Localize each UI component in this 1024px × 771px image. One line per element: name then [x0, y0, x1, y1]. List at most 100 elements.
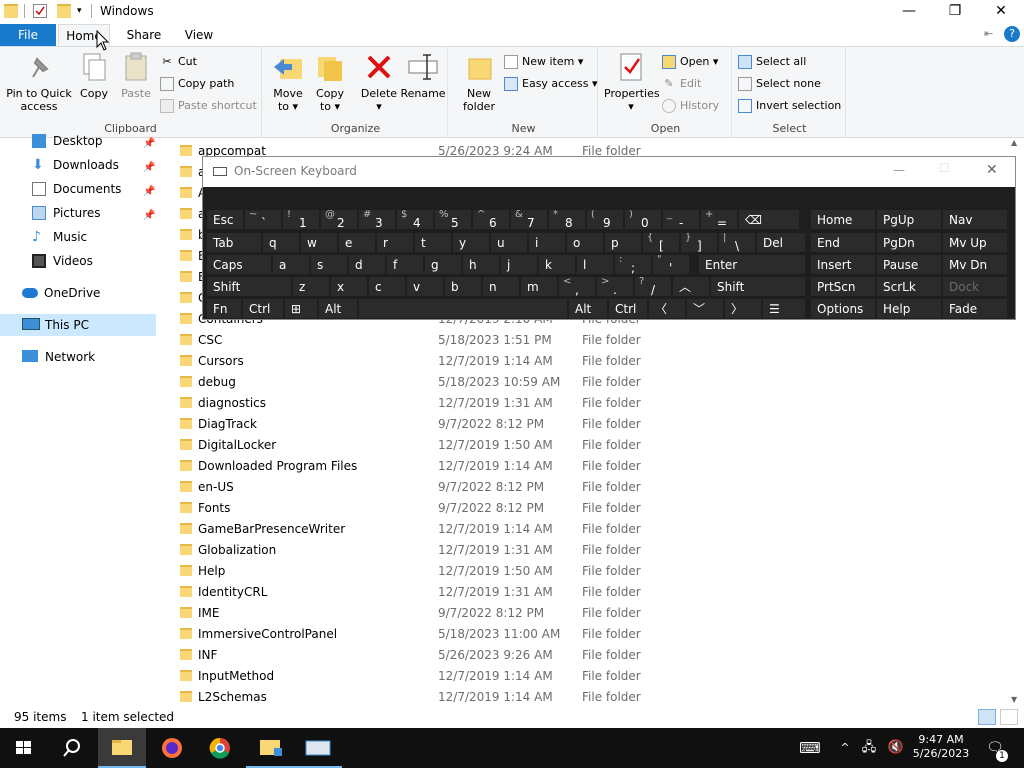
large-icons-view-icon[interactable] [1000, 709, 1018, 725]
details-view-icon[interactable] [978, 709, 996, 725]
tab-file[interactable]: File [0, 24, 56, 46]
help-key[interactable]: Help [876, 298, 942, 319]
network-tray-icon[interactable]: 🖧 [858, 728, 880, 768]
file-row[interactable]: Downloaded Program Files 12/7/2019 1:14 A… [158, 456, 1008, 477]
key-letter[interactable]: s [310, 254, 348, 275]
key-row1[interactable]: $4 [396, 209, 434, 230]
minimize-button[interactable]: — [886, 0, 932, 24]
file-row[interactable]: INF 5/26/2023 9:26 AM File folder [158, 645, 1008, 666]
nav-item-music[interactable]: ♪ Music [0, 226, 156, 248]
copy-button[interactable]: Copy [76, 51, 112, 100]
osk-close-button[interactable]: ✕ [986, 162, 998, 178]
nav-item-desktop[interactable]: Desktop 📌 [0, 130, 156, 152]
key-punct[interactable]: <, [558, 276, 596, 297]
pin-ribbon-icon[interactable]: ⇤ [984, 27, 993, 40]
file-row[interactable]: ImmersiveControlPanel 5/18/2023 11:00 AM F… [158, 624, 1008, 645]
alt-right-key[interactable]: Alt [568, 298, 608, 319]
key-row1[interactable]: & 7 [510, 209, 548, 230]
fade-key[interactable]: Fade [942, 298, 1008, 319]
shift-right-key[interactable]: Shift [710, 276, 806, 297]
file-row[interactable]: Cursors 12/7/2019 1:14 AM File folder [158, 351, 1008, 372]
key-letter[interactable]: t [414, 232, 452, 253]
key-row1[interactable]: ~ ` [244, 209, 282, 230]
file-row[interactable]: GameBarPresenceWriter 12/7/2019 1:14 AM Fi… [158, 519, 1008, 540]
key-letter[interactable]: a [272, 254, 310, 275]
menu-key[interactable]: ☰ [762, 298, 806, 319]
insert-key[interactable]: Insert [810, 254, 876, 275]
caps-key[interactable]: Caps [206, 254, 272, 275]
key-letter[interactable]: v [406, 276, 444, 297]
properties-button[interactable]: Properties ▾ [604, 51, 660, 113]
file-row[interactable]: DiagTrack 9/7/2022 8:12 PM File folder [158, 414, 1008, 435]
file-row[interactable]: IME 9/7/2022 8:12 PM File folder [158, 603, 1008, 624]
taskbar-chrome[interactable] [196, 728, 244, 768]
start-button[interactable] [0, 728, 48, 768]
key-letter[interactable]: p [604, 232, 642, 253]
nav-key[interactable]: Nav [942, 209, 1008, 230]
key-letter[interactable]: i [528, 232, 566, 253]
left-arrow-key[interactable]: 〈 [648, 298, 686, 319]
new-item-button[interactable]: New item ▾ [504, 52, 583, 72]
edit-button[interactable]: ✎ Edit [662, 74, 701, 94]
move-to-button[interactable]: Move to ▾ [268, 51, 308, 113]
help-icon[interactable]: ? [1004, 26, 1020, 42]
file-row[interactable]: CSC 5/18/2023 1:51 PM File folder [158, 330, 1008, 351]
key-row1[interactable]: (9 [586, 209, 624, 230]
key-row1[interactable]: _ - [662, 209, 700, 230]
mvdn-key[interactable]: Mv Dn [942, 254, 1008, 275]
show-hidden-icons-chevron-icon[interactable]: ^ [836, 728, 854, 768]
down-arrow-key[interactable]: ﹀ [686, 298, 724, 319]
key-row1[interactable]: ^ 6 [472, 209, 510, 230]
alt-left-key[interactable]: Alt [318, 298, 358, 319]
pgup-key[interactable]: PgUp [876, 209, 942, 230]
close-button[interactable]: ✕ [978, 0, 1024, 24]
paste-button[interactable]: Paste [118, 51, 154, 100]
esc-key[interactable]: Esc [206, 209, 244, 230]
key-row1[interactable]: * 8 [548, 209, 586, 230]
key-row1[interactable]: + = [700, 209, 738, 230]
properties-qa-icon[interactable] [33, 4, 47, 18]
open-button[interactable]: Open ▾ [662, 52, 718, 72]
taskbar-file-explorer[interactable] [98, 728, 146, 768]
touch-keyboard-icon[interactable]: ⌨ [796, 728, 824, 768]
key-letter[interactable]: b [444, 276, 482, 297]
new-folder-button[interactable]: New folder [458, 51, 500, 113]
search-button[interactable] [48, 728, 96, 768]
file-row[interactable]: DigitalLocker 12/7/2019 1:50 AM File folde… [158, 435, 1008, 456]
taskbar-firefox[interactable] [148, 728, 196, 768]
backspace-key[interactable]: ⌫ [738, 209, 800, 230]
key-punct[interactable]: " ' [652, 254, 690, 275]
clock[interactable]: 9:47 AM 5/26/2023 [912, 728, 970, 768]
history-button[interactable]: History [662, 96, 719, 116]
invert-selection-button[interactable]: Invert selection [738, 96, 841, 116]
nav-item-videos[interactable]: Videos [0, 250, 156, 272]
scrlk-key[interactable]: ScrLk [876, 276, 942, 297]
file-row[interactable]: Globalization 12/7/2019 1:31 AM File folde… [158, 540, 1008, 561]
key-letter[interactable]: j [500, 254, 538, 275]
volume-mute-icon[interactable]: 🔇 [886, 728, 906, 768]
key-bracket[interactable]: | \ [718, 232, 756, 253]
pin-quick-access-button[interactable]: Pin to Quick access [4, 51, 74, 113]
nav-item-network[interactable]: Network [0, 346, 156, 368]
file-row[interactable]: IdentityCRL 12/7/2019 1:31 AM File folder [158, 582, 1008, 603]
rename-button[interactable]: Rename [400, 51, 446, 100]
key-letter[interactable]: x [330, 276, 368, 297]
key-letter[interactable]: d [348, 254, 386, 275]
pause-key[interactable]: Pause [876, 254, 942, 275]
key-letter[interactable]: q [262, 232, 300, 253]
windows-key[interactable]: ⊞ [284, 298, 318, 319]
key-letter[interactable]: o [566, 232, 604, 253]
key-row1[interactable]: #3 [358, 209, 396, 230]
taskbar-on-screen-keyboard[interactable] [294, 728, 342, 768]
tab-key[interactable]: Tab [206, 232, 262, 253]
notification-center-icon[interactable]: 🗨 1 [980, 728, 1010, 768]
key-letter[interactable]: u [490, 232, 528, 253]
fn-key[interactable]: Fn [206, 298, 242, 319]
mvup-key[interactable]: Mv Up [942, 232, 1008, 253]
key-letter[interactable]: k [538, 254, 576, 275]
nav-item-onedrive[interactable]: OneDrive [0, 282, 156, 304]
tab-view[interactable]: View [172, 24, 226, 46]
key-row1[interactable]: % 5 [434, 209, 472, 230]
nav-item-pictures[interactable]: Pictures 📌 [0, 202, 156, 224]
key-bracket[interactable]: }] [680, 232, 718, 253]
